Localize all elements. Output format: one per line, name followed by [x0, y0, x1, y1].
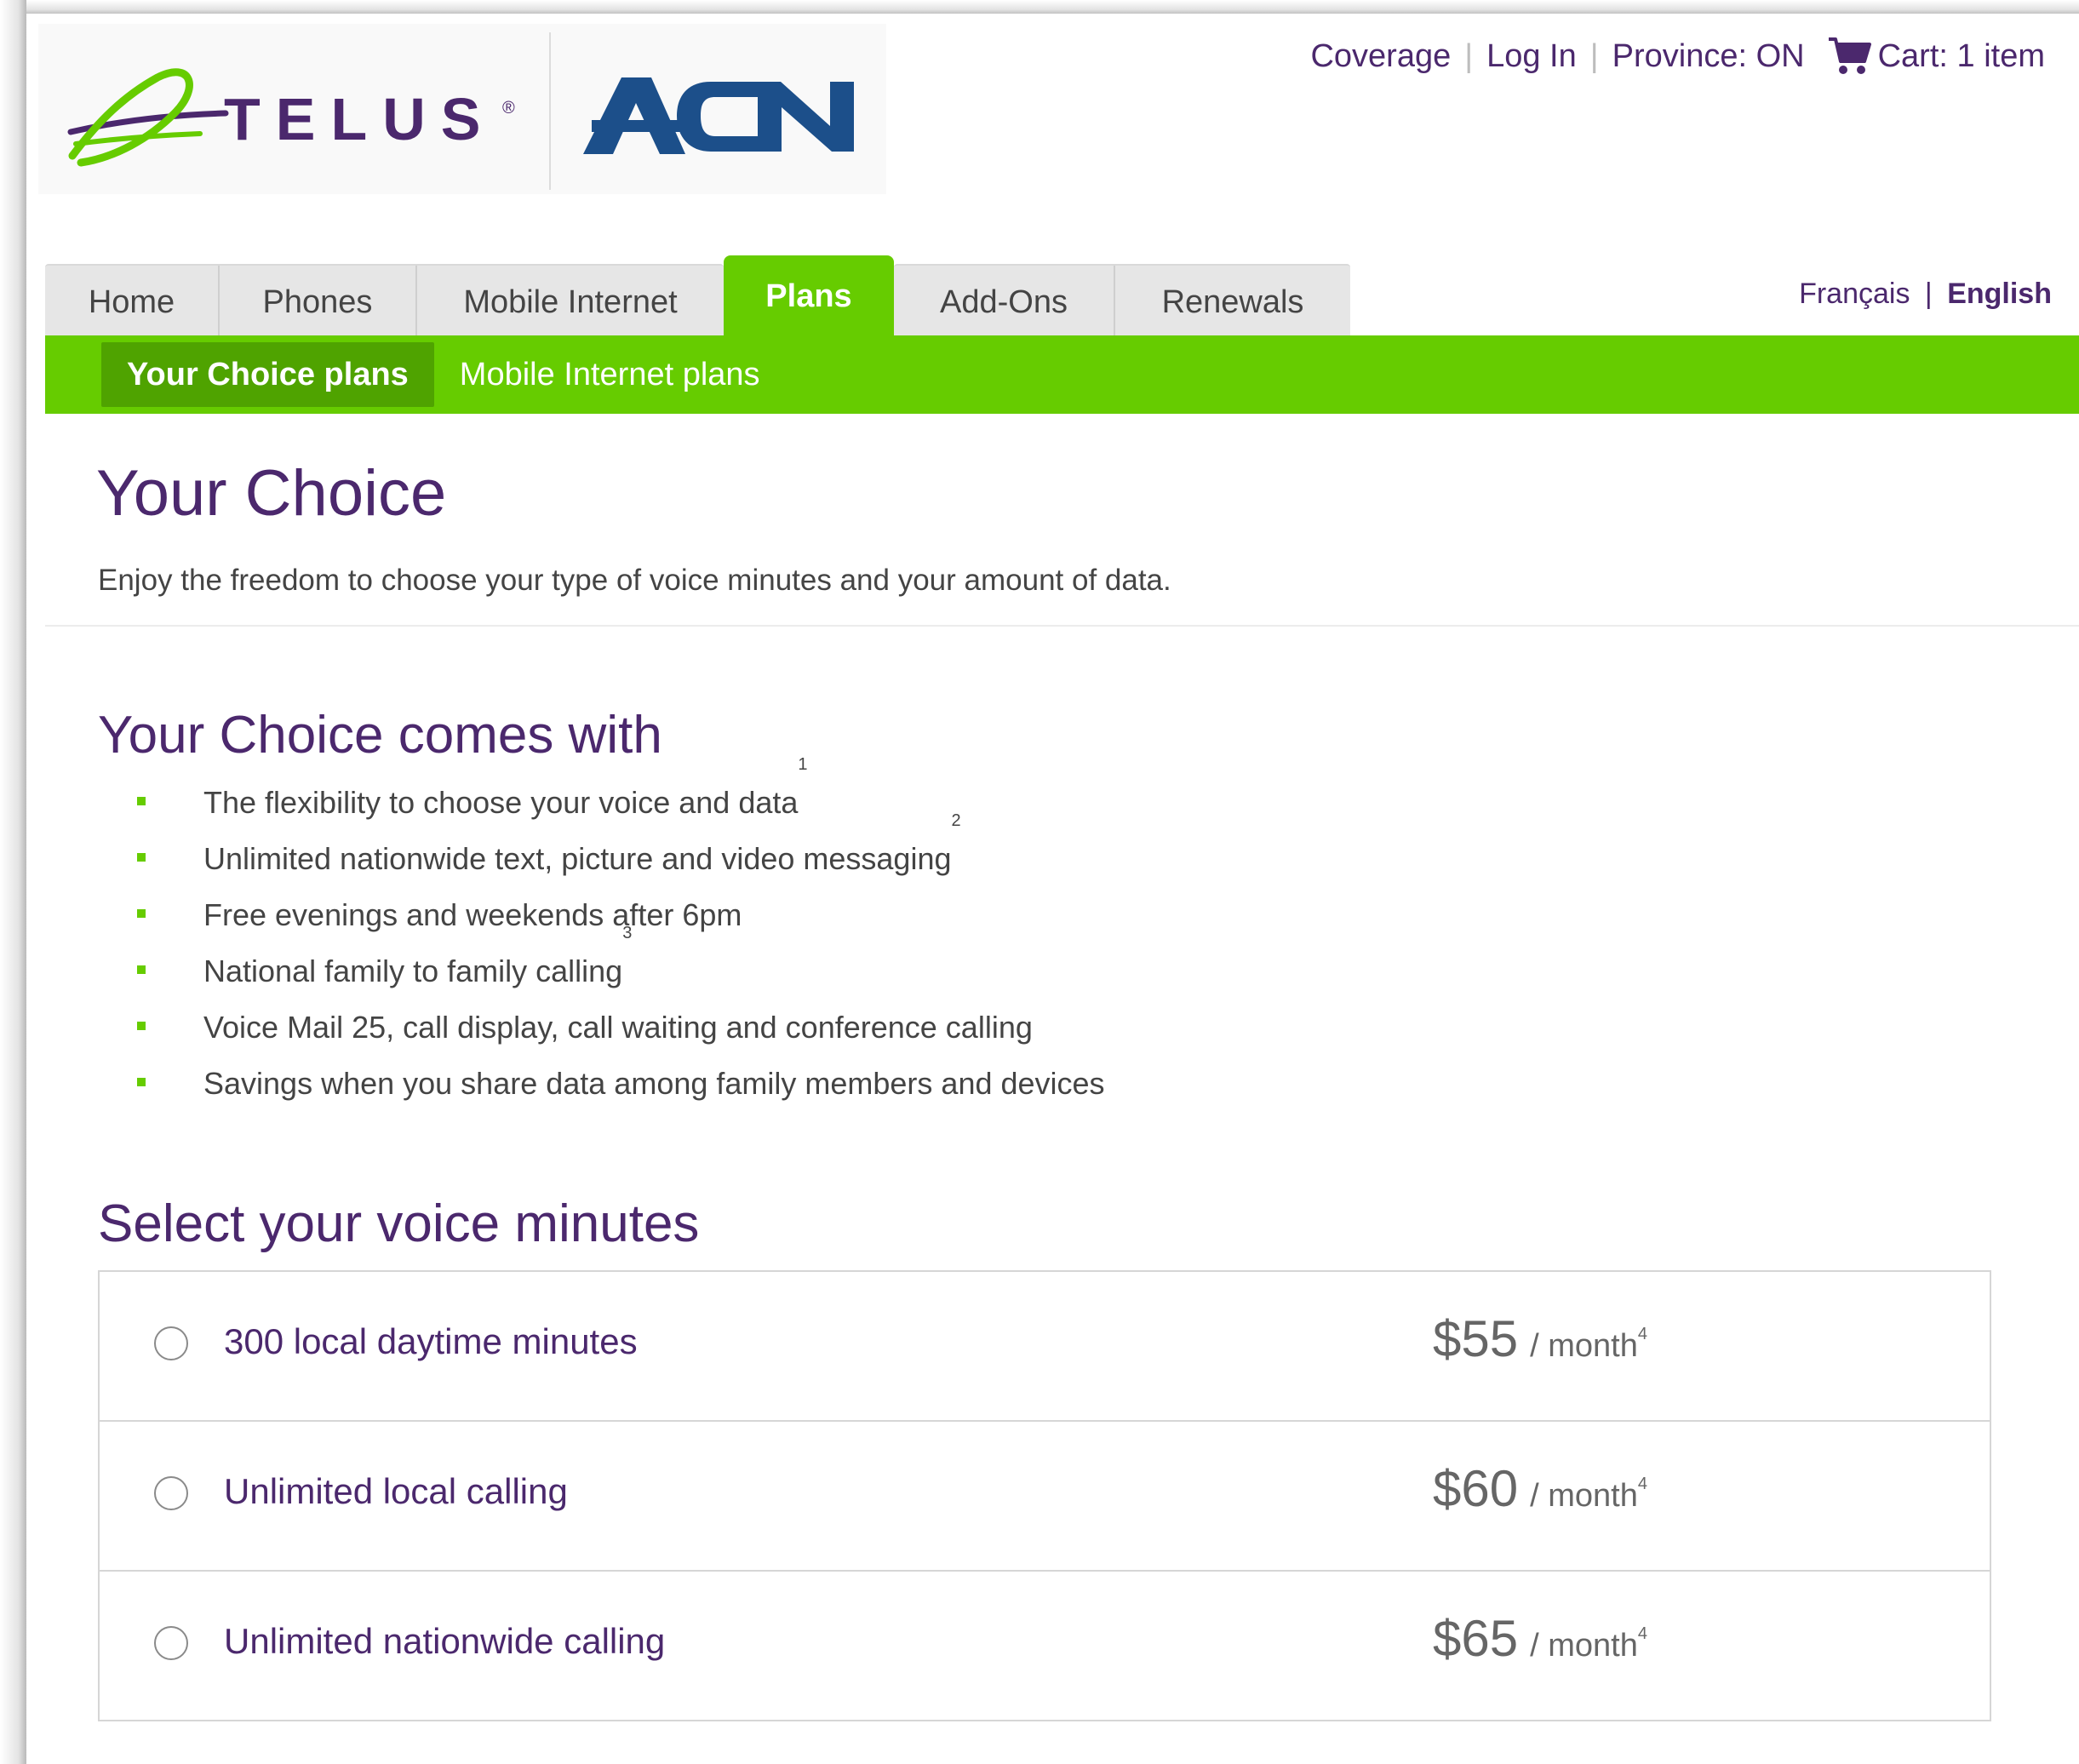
feature-text: Voice Mail 25, call display, call waitin…: [203, 1010, 1033, 1045]
price-amount: $65: [1433, 1610, 1519, 1667]
feature-text: Savings when you share data among family…: [203, 1066, 1105, 1101]
footnote-ref[interactable]: 4: [1638, 1624, 1647, 1644]
utility-separator: |: [1464, 37, 1474, 74]
footnote-ref[interactable]: 4: [1638, 1475, 1647, 1494]
tab-home[interactable]: Home: [45, 266, 220, 339]
utility-nav: Coverage | Log In | Province: ON Cart: 1…: [1310, 36, 2045, 77]
registered-mark: ®: [502, 99, 515, 117]
subnav-mobile-internet-plans[interactable]: Mobile Internet plans: [460, 357, 760, 393]
logo-divider: [549, 32, 551, 190]
coverage-link[interactable]: Coverage: [1310, 38, 1451, 75]
price-period: / month: [1530, 1628, 1638, 1664]
features-list: The flexibility to choose your voice and…: [137, 756, 1105, 1117]
list-item: Unlimited nationwide text, picture and v…: [137, 812, 1105, 892]
page-intro: Enjoy the freedom to choose your type of…: [98, 564, 1171, 597]
list-item: Savings when you share data among family…: [137, 1061, 1105, 1117]
price-amount: $60: [1433, 1460, 1519, 1517]
bullet-icon: [137, 1078, 146, 1086]
section-divider: [45, 625, 2079, 627]
option-price: $65 / month 4: [1433, 1609, 1647, 1668]
page: TELUS ® Coverage | Log In | Province: ON: [26, 14, 2079, 1764]
list-item: Voice Mail 25, call display, call waitin…: [137, 1005, 1105, 1061]
window-shadow-top: [26, 0, 2079, 14]
bullet-icon: [137, 909, 146, 918]
features-heading: Your Choice comes with: [98, 706, 662, 765]
language-separator: |: [1924, 278, 1933, 310]
radio-button[interactable]: [154, 1476, 188, 1510]
main-nav-tabs-right: Add-Ons Renewals: [894, 264, 1350, 339]
window-shadow-left: [0, 0, 26, 1764]
cart-count: 1 item: [1956, 37, 2045, 74]
tab-add-ons[interactable]: Add-Ons: [894, 266, 1115, 339]
option-price: $55 / month 4: [1433, 1309, 1647, 1368]
province-selector[interactable]: Province: ON: [1612, 38, 1805, 75]
cart-link[interactable]: Cart: 1 item: [1878, 38, 2045, 75]
list-item: National family to family calling 3: [137, 925, 1105, 1005]
price-amount: $55: [1433, 1310, 1519, 1367]
bullet-icon: [137, 853, 146, 862]
feature-text: Unlimited nationwide text, picture and v…: [203, 841, 952, 876]
price-period: / month: [1530, 1328, 1638, 1364]
main-nav: Home Phones Mobile Internet Plans Add-On…: [45, 255, 1350, 339]
subnav-your-choice-plans[interactable]: Your Choice plans: [101, 342, 434, 407]
cart-icon[interactable]: [1827, 36, 1871, 77]
voice-minutes-heading: Select your voice minutes: [98, 1194, 700, 1253]
acn-logo[interactable]: [583, 73, 864, 158]
telus-wordmark[interactable]: TELUS: [224, 85, 495, 153]
sub-nav: Your Choice plans Mobile Internet plans: [45, 335, 2079, 414]
main-nav-tabs-left: Home Phones Mobile Internet: [45, 264, 724, 339]
price-period: / month: [1530, 1478, 1638, 1514]
login-link[interactable]: Log In: [1486, 38, 1577, 75]
option-label[interactable]: Unlimited local calling: [224, 1471, 568, 1512]
tab-plans[interactable]: Plans: [724, 255, 894, 337]
footnote-ref[interactable]: 4: [1638, 1325, 1647, 1344]
feature-text: The flexibility to choose your voice and…: [203, 785, 799, 820]
tab-mobile-internet[interactable]: Mobile Internet: [417, 266, 724, 339]
language-french-link[interactable]: Français: [1799, 278, 1910, 310]
voice-option-unlimited-local[interactable]: Unlimited local calling $60 / month 4: [100, 1422, 1990, 1572]
option-label[interactable]: 300 local daytime minutes: [224, 1321, 638, 1362]
voice-option-300-minutes[interactable]: 300 local daytime minutes $55 / month 4: [100, 1272, 1990, 1422]
bullet-icon: [137, 1022, 146, 1030]
page-title: Your Choice: [96, 457, 447, 530]
radio-button[interactable]: [154, 1326, 188, 1360]
feature-text: National family to family calling: [203, 954, 623, 988]
bullet-icon: [137, 797, 146, 805]
feature-text: Free evenings and weekends after 6pm: [203, 897, 742, 932]
language-switcher: Français | English: [1799, 278, 2052, 311]
option-label[interactable]: Unlimited nationwide calling: [224, 1621, 665, 1662]
browser-window: TELUS ® Coverage | Log In | Province: ON: [0, 0, 2079, 1764]
cart-label: Cart:: [1877, 37, 1948, 74]
radio-button[interactable]: [154, 1626, 188, 1660]
option-price: $60 / month 4: [1433, 1459, 1647, 1518]
telus-logo-icon[interactable]: [64, 62, 234, 173]
bullet-icon: [137, 965, 146, 974]
tab-phones[interactable]: Phones: [220, 266, 417, 339]
voice-minutes-options: 300 local daytime minutes $55 / month 4 …: [98, 1270, 1991, 1721]
tab-renewals[interactable]: Renewals: [1115, 266, 1350, 339]
header-logos: TELUS ®: [38, 24, 886, 194]
utility-separator: |: [1589, 37, 1599, 74]
list-item: Free evenings and weekends after 6pm: [137, 892, 1105, 948]
voice-option-unlimited-nationwide[interactable]: Unlimited nationwide calling $65 / month…: [100, 1572, 1990, 1721]
language-english-link[interactable]: English: [1947, 278, 2052, 310]
